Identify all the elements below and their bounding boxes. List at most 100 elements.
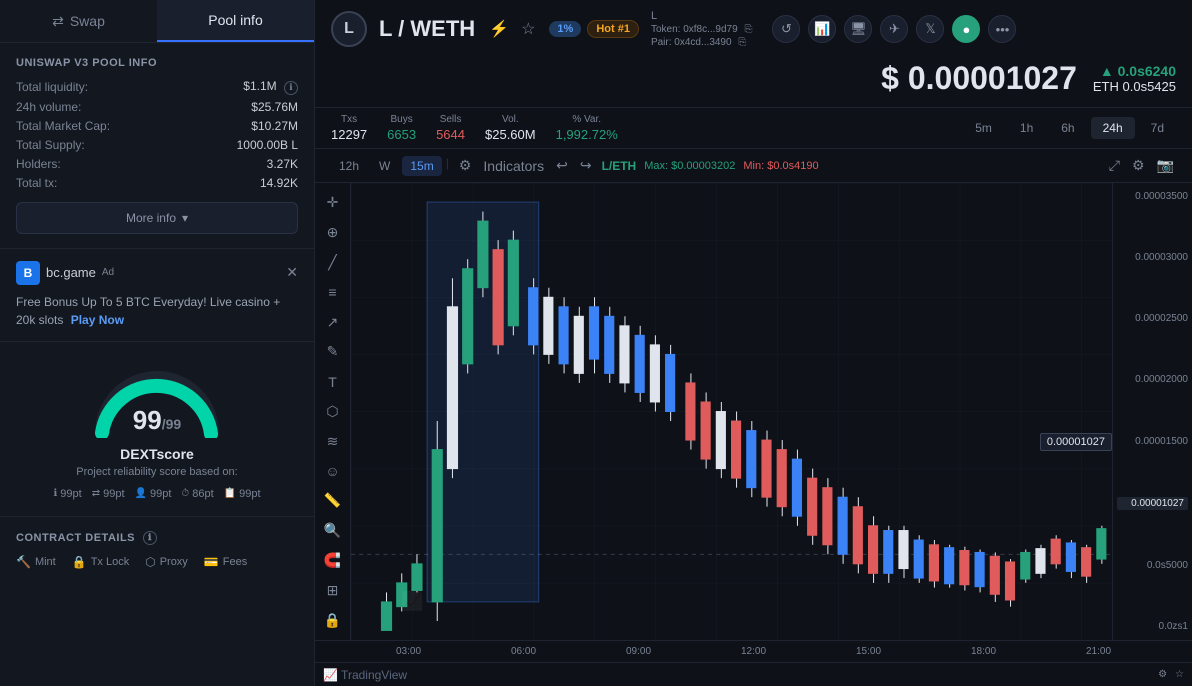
separator: | (446, 156, 449, 176)
swap-score-icon: ⇄ (92, 488, 100, 499)
time-tab-6h[interactable]: 6h (1049, 117, 1086, 139)
tool-pattern[interactable]: ≋ (319, 429, 347, 453)
ad-cta[interactable]: Play Now (71, 313, 124, 327)
info-row-supply: Total Supply: 1000.00B L (16, 138, 298, 152)
time-label-2: 09:00 (581, 646, 696, 657)
market-cap-label: Total Market Cap: (16, 119, 110, 133)
camera-icon[interactable]: 📷 (1155, 155, 1176, 176)
score-pt-4: 📋 99pt (224, 488, 261, 500)
indicators-button[interactable]: Indicators (481, 156, 546, 176)
chart-min: Min: $0.0s4190 (743, 160, 818, 172)
score-pts: ℹ 99pt ⇄ 99pt 👤 99pt ⏱ 86pt 📋 99pt (53, 488, 260, 500)
tool-crosshair[interactable]: ⊕ (319, 221, 347, 245)
price-change: ▲ 0.0s6240 ETH 0.0s5425 (1093, 63, 1176, 94)
link-other[interactable]: ● (952, 15, 980, 43)
tab-pool-info[interactable]: Pool info (157, 0, 314, 42)
score-pt-0: ℹ 99pt (53, 488, 81, 500)
tool-ruler[interactable]: 📏 (319, 489, 347, 513)
link-refresh[interactable]: ↺ (772, 15, 800, 43)
vol-value: $25.60M (485, 127, 536, 142)
supply-label: Total Supply: (16, 138, 85, 152)
tool-pen[interactable]: ✎ (319, 340, 347, 364)
tool-magnet[interactable]: 🧲 (319, 549, 347, 573)
tool-layers[interactable]: ⊞ (319, 578, 347, 602)
gear-icon[interactable]: ⚙ (1130, 155, 1147, 176)
tool-h-line[interactable]: ≡ (319, 280, 347, 304)
txs-value: 12297 (331, 127, 367, 142)
time-label-4: 15:00 (811, 646, 926, 657)
contract-fees[interactable]: 💳 Fees (204, 555, 247, 569)
link-more[interactable]: ••• (988, 15, 1016, 43)
price-level-1: 0.00003000 (1117, 252, 1188, 263)
price-level-5: 0.00001027 (1117, 497, 1188, 510)
bottom-star-icon[interactable]: ☆ (1175, 669, 1184, 680)
compare-button[interactable]: ⚡ (487, 17, 511, 41)
link-twitter[interactable]: 𝕏 (916, 15, 944, 43)
proxy-icon: ⬡ (145, 555, 155, 569)
contract-tx-lock[interactable]: 🔒 Tx Lock (72, 555, 129, 569)
liquidity-label: Total liquidity: (16, 80, 88, 94)
score-gauge: 99/99 (87, 358, 227, 438)
score-pt-1: ⇄ 99pt (92, 488, 125, 500)
time-tab-5m[interactable]: 5m (963, 117, 1004, 139)
tool-lock[interactable]: 🔒 (319, 608, 347, 632)
price-level-3: 0.00002000 (1117, 374, 1188, 385)
tool-emoji[interactable]: ☺ (319, 459, 347, 483)
more-info-button[interactable]: More info ▾ (16, 202, 298, 234)
token-badges: 1% Hot #1 (549, 20, 639, 38)
price-level-4: 0.00001500 (1117, 436, 1188, 447)
bottom-settings-icon[interactable]: ⚙ (1158, 669, 1167, 680)
score-subtitle: Project reliability score based on: (76, 466, 237, 478)
link-chart[interactable]: 📊 (808, 15, 836, 43)
chart-time-15m[interactable]: 15m (402, 156, 441, 176)
liquidity-info-icon[interactable]: ℹ (284, 81, 298, 95)
info-icon: ℹ (53, 488, 57, 499)
chart-settings-icon[interactable]: ⚙ (457, 155, 474, 176)
chart-time-options: 12h W 15m | (331, 156, 449, 176)
undo-icon[interactable]: ↩ (554, 155, 570, 176)
stat-vol: Vol. $25.60M (485, 114, 536, 142)
stat-txs: Txs 12297 (331, 114, 367, 142)
chart-time-12h[interactable]: 12h (331, 156, 367, 176)
stat-buys: Buys 6653 (387, 114, 416, 142)
chart-max: Max: $0.00003202 (644, 160, 735, 172)
time-tab-7d[interactable]: 7d (1139, 117, 1176, 139)
tool-node[interactable]: ⬡ (319, 400, 347, 424)
token-links: ↺ 📊 🖥 ✈ 𝕏 ● ••• (772, 15, 1016, 43)
ad-brand: B bc.game Ad (16, 261, 114, 285)
ad-section: B bc.game Ad ✕ Free Bonus Up To 5 BTC Ev… (0, 249, 314, 342)
copy-token-icon[interactable]: ⎘ (744, 24, 752, 35)
tool-zoom[interactable]: 🔍 (319, 519, 347, 543)
tab-swap[interactable]: ⇄ Swap (0, 0, 157, 42)
chart-time-w[interactable]: W (371, 156, 398, 176)
tool-arrow[interactable]: ↗ (319, 310, 347, 334)
contract-proxy[interactable]: ⬡ Proxy (145, 555, 188, 569)
tool-line[interactable]: ╱ (319, 251, 347, 275)
chart-toolbar: 12h W 15m | ⚙ Indicators ↩ ↪ L/ETH Max: … (315, 149, 1192, 183)
time-tab-24h[interactable]: 24h (1091, 117, 1135, 139)
tool-cursor[interactable]: ✛ (319, 191, 347, 215)
score-number: 99/99 (133, 405, 181, 436)
time-tab-1h[interactable]: 1h (1008, 117, 1045, 139)
copy-pair-icon[interactable]: ⎘ (738, 37, 746, 48)
swap-icon: ⇄ (52, 13, 64, 30)
tool-text[interactable]: T (319, 370, 347, 394)
link-telegram[interactable]: ✈ (880, 15, 908, 43)
liquidity-value: $1.1M ℹ (243, 79, 298, 95)
contract-mint[interactable]: 🔨 Mint (16, 555, 56, 569)
favorite-button[interactable]: ☆ (519, 17, 537, 41)
ad-logo: B (16, 261, 40, 285)
link-monitor[interactable]: 🖥 (844, 15, 872, 43)
sidebar: ⇄ Swap Pool info UNISWAP V3 POOL INFO To… (0, 0, 315, 686)
time-label-3: 12:00 (696, 646, 811, 657)
contract-info-icon[interactable]: ℹ (143, 531, 157, 545)
ad-close-button[interactable]: ✕ (286, 264, 298, 281)
ad-header: B bc.game Ad ✕ (16, 261, 298, 285)
holders-value: 3.27K (267, 157, 298, 171)
price-axis: 0.00003500 0.00003000 0.00002500 0.00002… (1112, 183, 1192, 640)
market-cap-value: $10.27M (251, 119, 298, 133)
expand-icon[interactable]: ⤢ (1107, 155, 1122, 176)
time-label-0: 03:00 (351, 646, 466, 657)
redo-icon[interactable]: ↪ (578, 155, 594, 176)
time-icon: ⏱ (181, 488, 189, 499)
